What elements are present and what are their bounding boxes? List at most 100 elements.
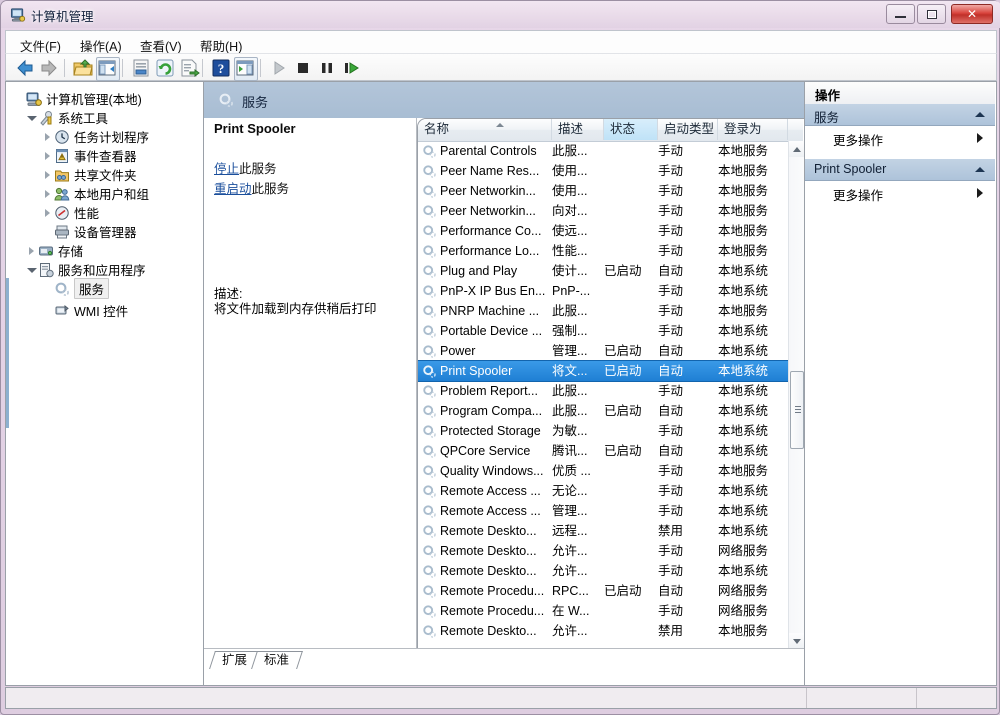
table-row[interactable]: Remote Access ...无论...手动本地系统 xyxy=(418,481,788,501)
tree-node-storage[interactable]: 存储 xyxy=(26,241,83,260)
scrollbar-thumb[interactable] xyxy=(790,371,804,449)
tree-node-services-and-applications[interactable]: 服务和应用程序 xyxy=(26,260,146,279)
cell-startup-type: 手动 xyxy=(658,223,716,240)
tree-node-device-manager[interactable]: 设备管理器 xyxy=(42,222,137,241)
table-row[interactable]: Remote Access ...管理...手动本地系统 xyxy=(418,501,788,521)
expand-arrow-icon[interactable] xyxy=(42,188,53,199)
tree-node-local-users-groups[interactable]: 本地用户和组 xyxy=(42,184,149,203)
cell-description: 使计... xyxy=(552,263,592,280)
table-row[interactable]: Program Compa...此服...已启动自动本地系统 xyxy=(418,401,788,421)
help-icon[interactable]: ? xyxy=(210,57,232,79)
console-tree-pane[interactable]: 计算机管理(本地) 系统工具 任务计划程序 xyxy=(6,82,204,685)
cell-startup-type: 手动 xyxy=(658,563,716,580)
stop-service-action[interactable]: 停止此服务 xyxy=(214,158,277,177)
table-row[interactable]: Remote Deskto...允许...手动网络服务 xyxy=(418,541,788,561)
table-row[interactable]: Remote Deskto...允许...禁用本地服务 xyxy=(418,621,788,641)
table-row[interactable]: Plug and Play使计...已启动自动本地系统 xyxy=(418,261,788,281)
table-row[interactable]: Peer Networkin...向对...手动本地服务 xyxy=(418,201,788,221)
minimize-button[interactable] xyxy=(886,4,915,24)
tree-node-label: 计算机管理(本地) xyxy=(46,89,142,108)
actions-group-print-spooler[interactable]: Print Spooler xyxy=(805,159,995,181)
table-row[interactable]: Portable Device ...强制...手动本地系统 xyxy=(418,321,788,341)
collapse-arrow-icon[interactable] xyxy=(26,112,37,123)
column-header-description[interactable]: 描述 xyxy=(552,119,604,140)
expand-arrow-icon[interactable] xyxy=(42,131,53,142)
tree-node-task-scheduler[interactable]: 任务计划程序 xyxy=(42,127,149,146)
expand-arrow-icon[interactable] xyxy=(42,207,53,218)
chevron-up-icon[interactable] xyxy=(975,112,985,117)
column-header-logon-as[interactable]: 登录为 xyxy=(718,119,788,140)
maximize-button[interactable] xyxy=(917,4,946,24)
computer-management-icon xyxy=(10,7,26,22)
restart-service-icon[interactable] xyxy=(340,57,362,79)
table-row[interactable]: Print Spooler将文...已启动自动本地系统 xyxy=(418,361,788,381)
tree-node-services[interactable]: 服务 xyxy=(42,279,109,298)
back-icon[interactable] xyxy=(14,57,36,79)
tree-node-computer-management[interactable]: 计算机管理(本地) xyxy=(14,89,142,108)
up-folder-icon[interactable] xyxy=(72,57,94,79)
action-more-actions-services[interactable]: 更多操作 xyxy=(805,127,995,149)
table-row[interactable]: PnP-X IP Bus En...PnP-...手动本地系统 xyxy=(418,281,788,301)
export-list-icon[interactable] xyxy=(178,57,200,79)
cell-status xyxy=(604,503,650,520)
restart-service-link[interactable]: 重启动 xyxy=(214,182,252,196)
restart-service-action[interactable]: 重启动此服务 xyxy=(214,178,289,197)
show-action-pane-icon[interactable] xyxy=(234,57,258,81)
table-row[interactable]: Remote Procedu...RPC...已启动自动网络服务 xyxy=(418,581,788,601)
service-gear-icon xyxy=(422,544,437,559)
collapse-arrow-icon[interactable] xyxy=(26,264,37,275)
tree-node-system-tools[interactable]: 系统工具 xyxy=(26,108,108,127)
cell-logon-as: 本地系统 xyxy=(718,363,788,380)
table-row[interactable]: Peer Name Res...使用...手动本地服务 xyxy=(418,161,788,181)
table-row[interactable]: PNRP Machine ...此服...手动本地服务 xyxy=(418,301,788,321)
table-row[interactable]: Peer Networkin...使用...手动本地服务 xyxy=(418,181,788,201)
actions-group-services[interactable]: 服务 xyxy=(805,104,995,126)
stop-service-link[interactable]: 停止 xyxy=(214,162,239,176)
table-row[interactable]: Remote Deskto...允许...手动本地系统 xyxy=(418,561,788,581)
no-arrow-icon xyxy=(42,305,53,316)
table-row[interactable]: Performance Lo...性能...手动本地服务 xyxy=(418,241,788,261)
tree-node-wmi-control[interactable]: WMI 控件 xyxy=(42,301,128,320)
cell-status xyxy=(604,543,650,560)
list-vertical-scrollbar[interactable] xyxy=(788,141,804,648)
expand-arrow-icon[interactable] xyxy=(42,169,53,180)
list-body[interactable]: Parental Controls此服...手动本地服务Peer Name Re… xyxy=(418,141,788,648)
chevron-up-icon[interactable] xyxy=(975,167,985,172)
tab-standard[interactable]: 标准 xyxy=(254,651,300,669)
start-service-icon[interactable] xyxy=(268,57,290,79)
table-row[interactable]: Remote Procedu...在 W...手动网络服务 xyxy=(418,601,788,621)
table-row[interactable]: Quality Windows...优质 ...手动本地服务 xyxy=(418,461,788,481)
table-row[interactable]: Performance Co...使远...手动本地服务 xyxy=(418,221,788,241)
tree-scroll-indicator[interactable] xyxy=(6,278,9,428)
table-row[interactable]: Protected Storage为敏...手动本地系统 xyxy=(418,421,788,441)
column-header-startup-type[interactable]: 启动类型 xyxy=(658,119,718,140)
column-header-status[interactable]: 状态 xyxy=(604,119,658,140)
cell-logon-as: 本地服务 xyxy=(718,143,788,160)
services-list-view[interactable]: 名称 描述 状态 启动类型 登录为 Parental Controls此服...… xyxy=(417,118,804,648)
table-row[interactable]: Parental Controls此服...手动本地服务 xyxy=(418,141,788,161)
close-button[interactable]: ✕ xyxy=(951,4,993,24)
pause-service-icon[interactable] xyxy=(316,57,338,79)
cell-status: 已启动 xyxy=(604,443,650,460)
forward-icon[interactable] xyxy=(38,57,60,79)
scroll-down-button[interactable] xyxy=(789,633,804,648)
expand-arrow-icon[interactable] xyxy=(42,150,53,161)
tree-node-shared-folders[interactable]: 共享文件夹 xyxy=(42,165,137,184)
tree-node-performance[interactable]: 性能 xyxy=(42,203,99,222)
scroll-up-button[interactable] xyxy=(789,141,804,157)
refresh-icon[interactable] xyxy=(154,57,176,79)
table-row[interactable]: Problem Report...此服...手动本地系统 xyxy=(418,381,788,401)
tree-node-label: WMI 控件 xyxy=(74,301,128,320)
actions-group-title: Print Spooler xyxy=(814,162,886,176)
properties-icon[interactable] xyxy=(130,57,152,79)
show-hide-tree-icon[interactable] xyxy=(96,57,120,81)
table-row[interactable]: QPCore Service腾讯...已启动自动本地系统 xyxy=(418,441,788,461)
table-row[interactable]: Remote Deskto...远程...禁用本地系统 xyxy=(418,521,788,541)
table-row[interactable]: Power管理...已启动自动本地系统 xyxy=(418,341,788,361)
action-more-actions-print-spooler[interactable]: 更多操作 xyxy=(805,182,995,204)
column-header-name[interactable]: 名称 xyxy=(418,119,552,140)
tree-node-event-viewer[interactable]: 事件查看器 xyxy=(42,146,137,165)
cell-description: 无论... xyxy=(552,483,592,500)
stop-service-icon[interactable] xyxy=(292,57,314,79)
expand-arrow-icon[interactable] xyxy=(26,245,37,256)
